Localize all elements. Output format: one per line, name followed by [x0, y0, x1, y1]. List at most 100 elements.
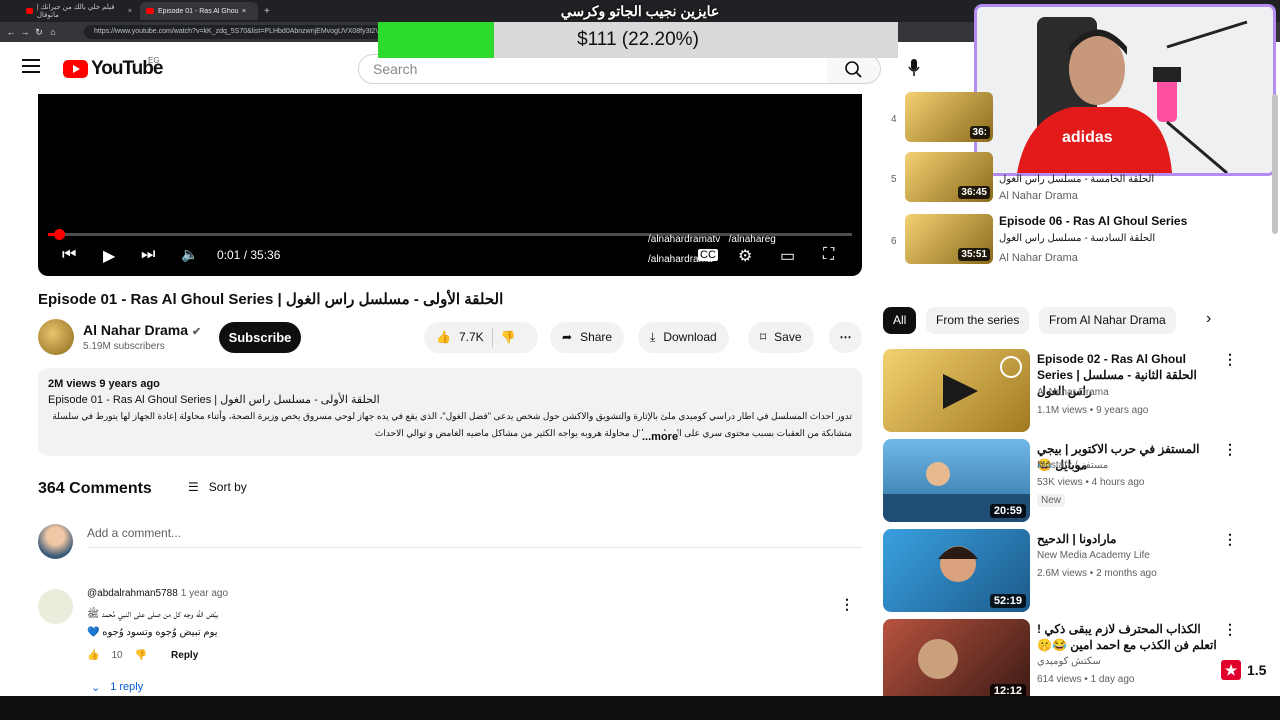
more-vertical-icon[interactable]: ⋮ — [1223, 351, 1237, 368]
playlist-item[interactable]: 4 36: — [883, 92, 1235, 150]
sort-by-button[interactable]: ☰ Sort by — [188, 480, 247, 494]
video-channel: New Media Academy Life — [1037, 550, 1150, 561]
close-icon[interactable]: × — [242, 8, 246, 15]
play-icon[interactable]: ▶ — [103, 246, 115, 266]
share-button[interactable]: ➦ Share — [550, 322, 625, 353]
new-tab-button[interactable]: + — [258, 2, 274, 20]
donation-goal-title: عايزين نجيب الجاتو وكرسي — [560, 3, 720, 19]
reload-icon[interactable]: ↻ — [32, 27, 46, 38]
volume-icon[interactable]: 🔈 — [181, 246, 198, 263]
recommended-video[interactable]: 52:19 مارادونا | الدحيح New Media Academ… — [883, 529, 1243, 613]
playlist-item[interactable]: 6 35:51 Episode 06 - Ras Al Ghoul Series… — [883, 214, 1235, 272]
video-meta: 614 views • 1 day ago — [1037, 674, 1135, 685]
description-box[interactable]: 2M views 9 years ago Episode 01 - Ras Al… — [38, 368, 862, 456]
fullscreen-icon[interactable]: ⛶ — [823, 246, 834, 264]
description-title: Episode 01 - Ras Al Ghoul Series | الحلق… — [48, 394, 380, 406]
donation-progress-bar: $111 (22.20%) — [378, 22, 898, 58]
video-title: Episode 01 - Ras Al Ghoul Series | الحلق… — [38, 291, 504, 308]
search-button[interactable] — [827, 54, 881, 84]
microphone-icon[interactable] — [907, 57, 921, 79]
chip-from-series[interactable]: From the series — [926, 307, 1030, 334]
new-badge: New — [1037, 494, 1066, 507]
forward-icon[interactable]: → — [18, 27, 32, 37]
chevron-down-icon: ⌄ — [91, 682, 101, 694]
scrollbar[interactable] — [1272, 94, 1278, 234]
search-input[interactable]: Search — [358, 54, 828, 84]
subscribe-button[interactable]: Subscribe — [219, 322, 301, 353]
video-title: الكذاب المحترف لازم يبقى ذكي ! اتعلم فن … — [1037, 622, 1217, 652]
comment-author-avatar[interactable] — [38, 589, 73, 624]
more-vertical-icon[interactable]: ⋮ — [1223, 531, 1237, 548]
bookmark-icon: ⌑ — [760, 330, 767, 344]
rating-widget: ★ 1.5 — [1221, 660, 1266, 680]
playlist-item[interactable]: 5 36:45 الحلقة الخامسة - مسلسل راس الغول… — [883, 152, 1235, 210]
comment-like-button[interactable]: 👍 — [87, 650, 99, 661]
reply-button[interactable]: Reply — [171, 650, 198, 661]
captions-button[interactable]: CC — [698, 249, 718, 261]
comment-like-count: 10 — [111, 650, 123, 661]
recommended-video[interactable]: Episode 02 - Ras Al Ghoul Series | الحلق… — [883, 349, 1243, 433]
download-icon: ⤓ — [650, 330, 656, 344]
video-thumbnail: 52:19 — [883, 529, 1030, 612]
recommended-video[interactable]: 12:12 الكذاب المحترف لازم يبقى ذكي ! اتع… — [883, 619, 1243, 696]
like-button[interactable]: 👍 7.7K — [436, 322, 484, 353]
playlist-duration: 36: — [969, 126, 990, 139]
more-actions-button[interactable]: ⋯ — [829, 322, 862, 353]
video-thumbnail: 20:59 — [883, 439, 1030, 522]
share-icon: ➦ — [562, 330, 573, 344]
more-link[interactable]: ...more — [638, 431, 679, 443]
more-vertical-icon[interactable]: ⋮ — [1223, 621, 1237, 638]
social-handle: /alnahardramatv /alnahareg — [648, 234, 776, 245]
video-channel: سكتش كوميدي — [1037, 656, 1101, 667]
playlist-channel: Al Nahar Drama — [999, 190, 1078, 202]
video-meta: 2.6M views • 2 months ago — [1037, 568, 1157, 579]
video-player[interactable]: ⏮ ▶ ⏭ 🔈 0:01 / 35:36 /alnahardramatv /al… — [38, 94, 862, 276]
channel-avatar[interactable] — [38, 319, 74, 355]
subscriber-count: 5.19M subscribers — [83, 341, 165, 352]
sort-icon: ☰ — [188, 480, 199, 494]
star-icon: ★ — [1221, 660, 1241, 680]
rating-value: 1.5 — [1247, 662, 1267, 678]
seek-bar-handle[interactable] — [54, 229, 65, 240]
comment-time: 1 year ago — [180, 588, 229, 599]
settings-icon[interactable]: ⚙ — [738, 246, 752, 266]
thumbs-down-icon: 👎 — [500, 330, 516, 344]
next-icon[interactable]: ⏭ — [141, 246, 155, 264]
previous-icon[interactable]: ⏮ — [62, 246, 76, 264]
comment-more-icon[interactable]: ⋮ — [840, 596, 854, 613]
playlist-duration: 35:51 — [958, 248, 990, 261]
description-body: تدور احداث المسلسل في اطار دراسي كوميدي … — [52, 411, 852, 438]
theater-mode-icon[interactable]: ▭ — [780, 246, 795, 266]
video-title: مارادونا | الدحيح — [1037, 532, 1117, 546]
youtube-play-icon — [63, 60, 88, 78]
add-comment-input[interactable]: Add a comment... — [87, 524, 862, 548]
chip-all[interactable]: All — [883, 307, 917, 334]
recommended-video[interactable]: 20:59 المستفز في حرب الاكتوبر | بيجي موب… — [883, 439, 1243, 523]
chip-from-channel[interactable]: From Al Nahar Drama — [1039, 307, 1176, 334]
comment-actions: 👍 10 👎 Reply — [87, 650, 198, 661]
video-duration: 52:19 — [989, 594, 1026, 608]
playlist-duration: 36:45 — [958, 186, 990, 199]
video-duration: 20:59 — [989, 504, 1026, 518]
view-replies-button[interactable]: ⌄ 1 reply — [91, 681, 143, 694]
comment-author[interactable]: @abdalrahman5788 1 year ago — [87, 588, 228, 599]
video-channel: Mostafz / مستفز — [1037, 460, 1109, 471]
playlist-title: Episode 06 - Ras Al Ghoul Series — [999, 214, 1188, 228]
close-icon[interactable]: × — [128, 8, 132, 15]
chevron-right-icon[interactable]: › — [1206, 310, 1211, 328]
browser-tab-active[interactable]: Episode 01 - Ras Al Ghoul Series × — [140, 2, 258, 20]
home-icon[interactable]: ⌂ — [46, 27, 60, 37]
download-button[interactable]: ⤓ Download — [638, 322, 729, 353]
channel-name[interactable]: Al Nahar Drama ✔ — [83, 322, 201, 338]
url-field[interactable]: https://www.youtube.com/watch?v=kK_zdq_5… — [84, 25, 384, 39]
more-vertical-icon[interactable]: ⋮ — [1223, 441, 1237, 458]
youtube-logo[interactable]: YouTube EG — [63, 56, 163, 80]
browser-tab[interactable]: فيلم خلي بالك من جيرانك | ماتوفال × — [20, 2, 138, 20]
dislike-button[interactable]: 👎 — [501, 322, 516, 353]
playlist-thumbnail: 36:45 — [905, 152, 993, 202]
comment-dislike-button[interactable]: 👎 — [135, 650, 147, 661]
save-button[interactable]: ⌑ Save — [748, 322, 814, 353]
menu-icon[interactable] — [22, 59, 40, 73]
back-icon[interactable]: ← — [4, 27, 18, 37]
bottom-bar — [0, 696, 1280, 720]
